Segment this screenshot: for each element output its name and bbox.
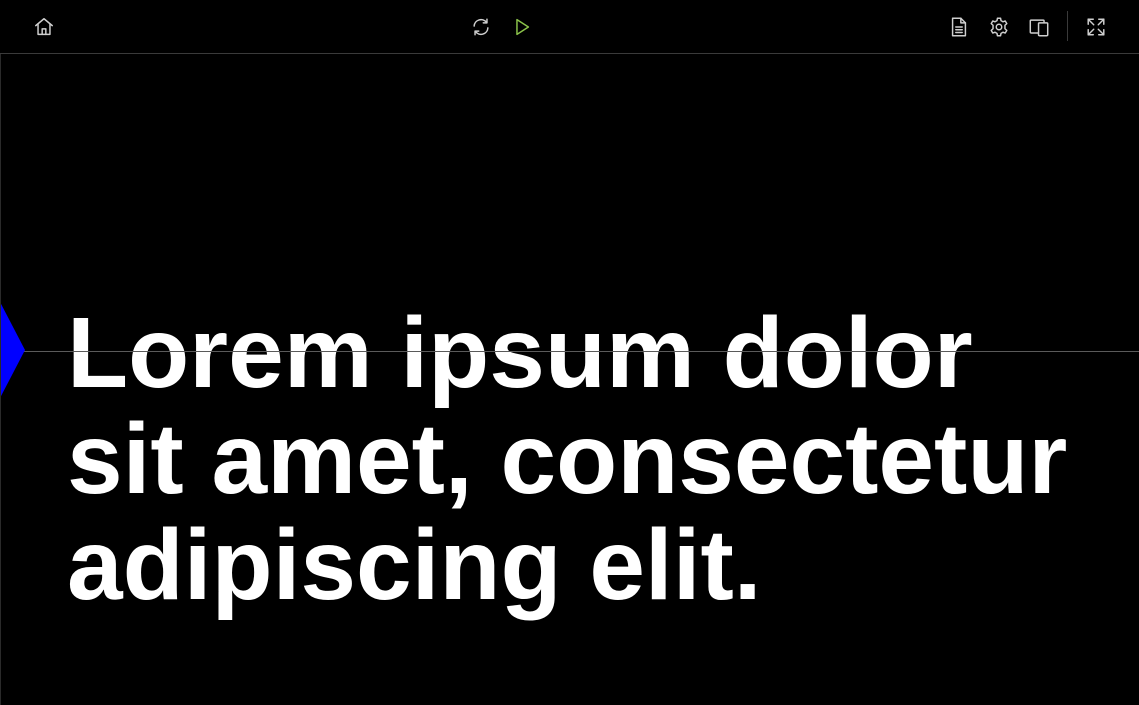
document-icon[interactable] xyxy=(946,14,972,40)
fullscreen-icon[interactable] xyxy=(1083,14,1109,40)
marker-arrow-shape xyxy=(1,303,25,397)
home-icon[interactable] xyxy=(31,14,57,40)
current-line-guide xyxy=(1,351,1139,352)
prompter-text: Lorem ipsum dolor sit amet, consectetur … xyxy=(67,297,1068,621)
presenter-window: Lorem ipsum dolor sit amet, consectetur … xyxy=(0,0,1139,705)
external-display-icon[interactable] xyxy=(1026,14,1052,40)
slide-stage: Lorem ipsum dolor sit amet, consectetur … xyxy=(0,54,1139,705)
toolbar-divider xyxy=(1067,11,1068,41)
top-toolbar xyxy=(0,0,1139,54)
play-icon[interactable] xyxy=(509,14,535,40)
current-position-marker xyxy=(1,303,25,397)
gear-icon[interactable] xyxy=(986,14,1012,40)
refresh-icon[interactable] xyxy=(468,14,494,40)
